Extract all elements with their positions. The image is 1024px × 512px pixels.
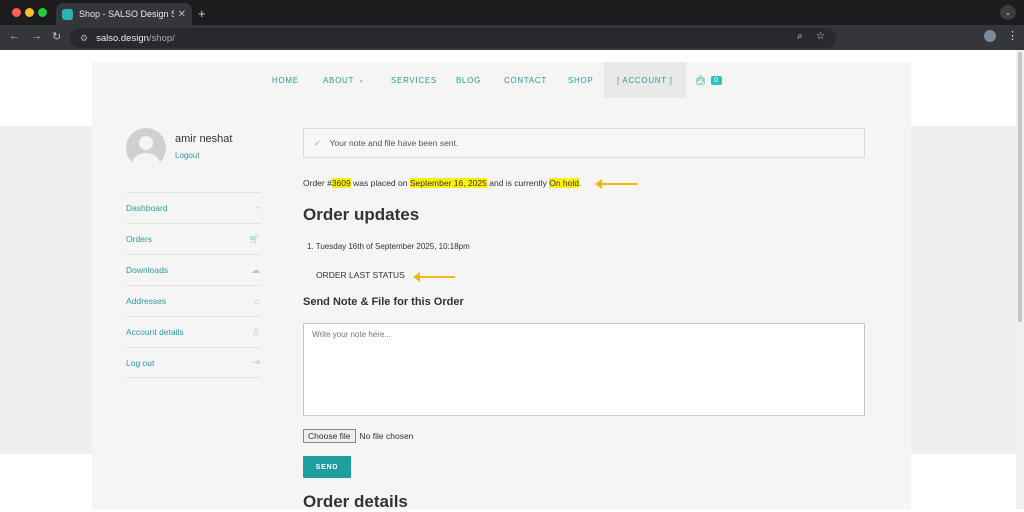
close-window-button[interactable] (12, 8, 21, 17)
new-tab-button[interactable]: + (198, 6, 206, 21)
scrollbar[interactable] (1016, 50, 1024, 509)
address-bar[interactable]: ⚙ salso.design/shop/ (70, 28, 836, 48)
order-details-heading: Order details (303, 492, 408, 511)
order-date: September 16, 2025 (409, 178, 487, 188)
bookmark-star-icon[interactable]: ☆ (816, 31, 825, 42)
shopping-bag-icon: 👜︎ (695, 74, 708, 85)
user-icon: ♙ (251, 326, 260, 337)
site-favicon-icon (62, 8, 73, 20)
send-button[interactable]: SEND (303, 456, 351, 478)
reload-icon[interactable]: ↻ (52, 30, 61, 43)
order-placed-text: was placed on (350, 178, 410, 188)
browser-tab[interactable]: Shop - SALSO Design Studio ✕ (56, 3, 192, 25)
order-summary-line: Order #3609 was placed on September 16, … (303, 178, 581, 188)
tab-bar: Shop - SALSO Design Studio ✕ + ⌄ (0, 0, 1024, 25)
order-prefix: Order # (303, 178, 332, 188)
nav-about-label: ABOUT (323, 75, 355, 85)
update-item: 1. Tuesday 16th of September 2025, 10:18… (307, 242, 470, 251)
sidebar-item-downloads[interactable]: Downloads ☁ (126, 254, 260, 285)
account-sidebar: Dashboard ◔ Orders 🛒︎ Downloads ☁ Addresses… (126, 192, 260, 378)
order-number: 3609 (331, 178, 351, 188)
sidebar-item-label: Log out (126, 357, 155, 368)
tab-search-icon[interactable]: ⌄ (1000, 5, 1016, 20)
tab-title: Shop - SALSO Design Studio (79, 9, 174, 19)
nav-contact[interactable]: CONTACT (504, 62, 547, 98)
cart-count-badge: 0 (711, 75, 722, 85)
maximize-window-button[interactable] (38, 8, 47, 17)
nav-services[interactable]: SERVICES (391, 62, 437, 98)
cart-icon: 🛒︎ (248, 233, 260, 244)
checkmark-icon: ✓ (314, 137, 322, 148)
sidebar-item-label: Orders (126, 234, 152, 244)
order-updates-heading: Order updates (303, 205, 420, 224)
sidebar-item-label: Addresses (126, 296, 167, 306)
nav-account[interactable]: [ ACCOUNT ] (604, 62, 686, 98)
sidebar-item-label: Dashboard (126, 203, 168, 213)
send-note-heading: Send Note & File for this Order (303, 296, 464, 308)
browser-menu-icon[interactable]: ⋮ (1007, 29, 1018, 42)
user-name: amir neshat (175, 133, 233, 145)
order-suffix: . (579, 178, 582, 188)
annotation-arrow-icon (413, 272, 455, 282)
success-notice: ✓ Your note and file have been sent. (303, 128, 865, 158)
url-path: /shop/ (148, 32, 175, 44)
home-icon: ⌂ (254, 296, 260, 306)
scrollbar-thumb[interactable] (1018, 52, 1022, 322)
logout-icon: ⇥ (252, 357, 260, 367)
avatar (126, 128, 166, 168)
page: HOME ABOUT ⌄ SERVICES BLOG CONTACT SHOP [… (0, 50, 1024, 511)
sidebar-item-label: Downloads (126, 265, 169, 275)
sidebar-item-dashboard[interactable]: Dashboard ◔ (126, 192, 260, 223)
chevron-down-icon: ⌄ (358, 77, 365, 84)
nav-blog[interactable]: BLOG (456, 62, 481, 98)
logout-link[interactable]: Logout (175, 151, 199, 160)
nav-cart[interactable]: 👜︎ 0 (695, 62, 722, 98)
order-status-text: and is currently (486, 178, 550, 188)
sidebar-item-account-details[interactable]: Account details ♙ (126, 316, 260, 347)
nav-shop[interactable]: SHOP (568, 62, 593, 98)
zoom-icon[interactable]: ⌕ (797, 31, 803, 42)
nav-about[interactable]: ABOUT ⌄ (323, 62, 365, 98)
no-file-label: No file chosen (359, 431, 414, 441)
sidebar-item-orders[interactable]: Orders 🛒︎ (126, 223, 260, 254)
tab-close-icon[interactable]: ✕ (178, 9, 186, 20)
download-cloud-icon: ☁ (251, 264, 260, 275)
minimize-window-button[interactable] (25, 8, 34, 17)
nav-home[interactable]: HOME (272, 62, 299, 98)
order-status: On hold (549, 178, 580, 188)
choose-file-button[interactable]: Choose file (303, 429, 356, 443)
file-upload: Choose file No file chosen (303, 429, 413, 443)
sidebar-item-label: Account details (126, 327, 184, 337)
sidebar-item-log-out[interactable]: Log out ⇥ (126, 347, 260, 378)
sidebar-item-addresses[interactable]: Addresses ⌂ (126, 285, 260, 316)
site-container: HOME ABOUT ⌄ SERVICES BLOG CONTACT SHOP [… (92, 62, 911, 511)
site-header: HOME ABOUT ⌄ SERVICES BLOG CONTACT SHOP [… (92, 62, 911, 98)
last-status-label: ORDER LAST STATUS (316, 270, 405, 280)
site-settings-icon[interactable]: ⚙ (80, 33, 88, 44)
annotation-arrow-icon (595, 179, 637, 189)
forward-arrow-icon[interactable]: → (31, 30, 42, 42)
back-arrow-icon[interactable]: ← (9, 30, 20, 42)
note-textarea[interactable] (303, 323, 865, 416)
gauge-icon: ◔ (254, 203, 260, 213)
browser-chrome: Shop - SALSO Design Studio ✕ + ⌄ ← → ↻ ⚙… (0, 0, 1024, 50)
profile-avatar[interactable] (984, 30, 996, 42)
notice-text: Your note and file have been sent. (329, 138, 459, 148)
url-host: salso.design (96, 32, 149, 44)
